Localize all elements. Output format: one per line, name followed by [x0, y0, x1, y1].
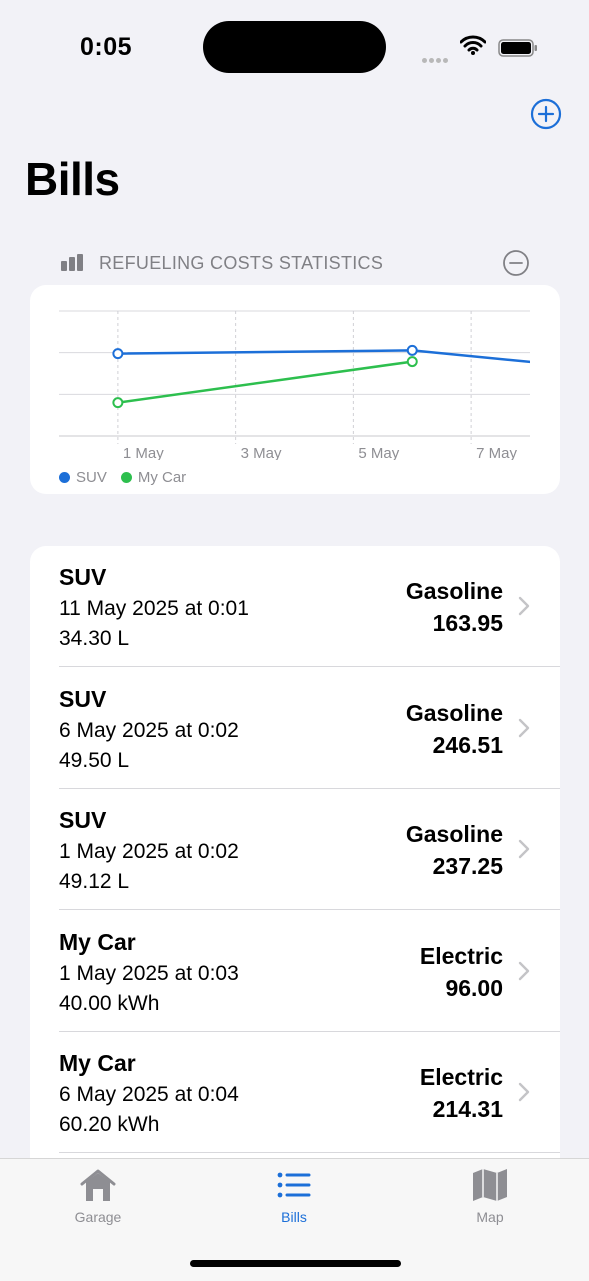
list-icon: [277, 1172, 311, 1198]
legend-label: SUV: [76, 469, 107, 486]
bill-fuel-type: Electric: [419, 942, 503, 969]
tab-garage[interactable]: Garage: [38, 1167, 158, 1237]
status-time: 0:05: [80, 33, 133, 61]
bill-vehicle: SUV: [59, 685, 107, 712]
chart-legend: SUV My Car: [59, 469, 186, 486]
chart-series-line: [117, 349, 530, 364]
bill-cost: 237.25: [432, 853, 503, 879]
statistics-label: REFUELING COSTS STATISTICS: [99, 253, 384, 273]
legend-item: SUV: [59, 469, 107, 486]
chevron-right-icon: [518, 596, 530, 616]
chevron-right-icon: [518, 718, 530, 737]
chevron-right-icon: [518, 961, 530, 980]
bill-amount: 49.12 L: [59, 870, 130, 893]
statistics-chart-card: 1 May 3 May 5 May 7 May SUV My Car: [30, 285, 560, 494]
legend-swatch: [120, 472, 132, 483]
legend-swatch: [59, 472, 70, 483]
tab-garage-label: Garage: [74, 1209, 122, 1225]
chart-point: [406, 356, 418, 368]
wifi-icon: [460, 35, 486, 55]
bill-vehicle: SUV: [59, 807, 107, 833]
bill-date: 6 May 2025 at 0:04: [59, 1083, 239, 1106]
bill-amount: 34.30 L: [59, 627, 130, 650]
bill-cost: 96.00: [445, 974, 503, 1001]
house-icon: [80, 1169, 116, 1201]
bill-row[interactable]: My Car 1 May 2025 at 0:03 40.00 kWh Electri…: [30, 911, 560, 1032]
refueling-cost-chart: 1 May 3 May 5 May 7 May: [59, 310, 530, 460]
bill-vehicle: SUV: [59, 564, 107, 590]
bill-row[interactable]: SUV 1 May 2025 at 0:02 49.12 L Gasoline 237.…: [30, 789, 560, 910]
map-icon: [473, 1169, 507, 1201]
statistics-header: REFUELING COSTS STATISTICS: [60, 247, 530, 277]
bill-row[interactable]: SUV 6 May 2025 at 0:02 49.50 L Gasoline 246.…: [30, 668, 560, 789]
page-title: Bills: [25, 153, 120, 205]
bill-amount: 60.20 kWh: [59, 1113, 160, 1136]
chart-x-tick-label: 1 May: [123, 445, 164, 460]
bill-fuel-type: Gasoline: [405, 699, 503, 726]
collapse-statistics-button[interactable]: [502, 249, 530, 277]
bill-fuel-type: Gasoline: [405, 821, 503, 847]
legend-label: My Car: [137, 469, 187, 486]
chart-x-tick-label: 7 May: [476, 445, 517, 460]
bill-cost: 214.31: [432, 1096, 503, 1122]
add-bill-button[interactable]: [530, 98, 562, 130]
cellular-signal-icon: [422, 50, 450, 68]
status-bar: 0:05: [0, 0, 589, 90]
chart-bar-icon: [61, 254, 83, 271]
chart-point: [112, 348, 124, 360]
chart-x-tick-label: 3 May: [241, 445, 282, 460]
bill-row[interactable]: SUV 11 May 2025 at 0:01 34.30 L Gasoline 163…: [30, 546, 560, 667]
bill-cost: 246.51: [432, 731, 503, 758]
chart-point: [406, 344, 418, 356]
chevron-right-icon: [518, 1082, 530, 1102]
bill-cost: 163.95: [432, 610, 503, 636]
bills-list: SUV 11 May 2025 at 0:01 34.30 L Gasoline 163…: [30, 546, 560, 1186]
bill-date: 11 May 2025 at 0:01: [59, 597, 249, 620]
tab-map[interactable]: Map: [430, 1167, 550, 1237]
bill-amount: 49.50 L: [59, 748, 130, 772]
battery-icon: [498, 39, 537, 57]
bill-fuel-type: Electric: [419, 1064, 503, 1090]
row-divider: [59, 1152, 560, 1153]
bill-vehicle: My Car: [59, 928, 136, 955]
dynamic-island: [203, 21, 386, 73]
bill-fuel-type: Gasoline: [405, 578, 503, 604]
bill-vehicle: My Car: [59, 1050, 136, 1076]
legend-item: My Car: [120, 469, 187, 486]
chevron-right-icon: [518, 839, 530, 859]
chart-point: [112, 397, 124, 409]
tab-bills[interactable]: Bills: [234, 1167, 354, 1237]
bill-date: 1 May 2025 at 0:03: [59, 961, 239, 985]
bill-date: 6 May 2025 at 0:02: [59, 718, 239, 742]
chart-series-line: [117, 360, 413, 404]
chart-x-tick-label: 5 May: [358, 445, 399, 460]
tab-bills-label: Bills: [281, 1209, 307, 1225]
bill-row[interactable]: My Car 6 May 2025 at 0:04 60.20 kWh Electri…: [30, 1032, 560, 1153]
home-indicator: [190, 1260, 401, 1267]
bill-date: 1 May 2025 at 0:02: [59, 840, 239, 863]
tab-map-label: Map: [476, 1209, 504, 1225]
bill-amount: 40.00 kWh: [59, 991, 160, 1015]
